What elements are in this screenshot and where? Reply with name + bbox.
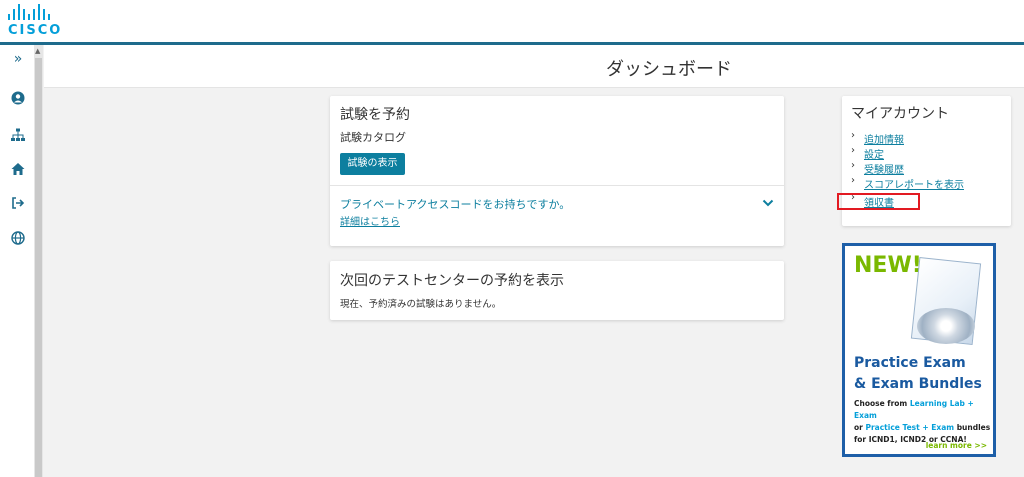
ad-body-text: or bbox=[854, 423, 866, 432]
chevron-right-icon: › bbox=[851, 160, 855, 171]
account-link-additional-info[interactable]: 追加情報 bbox=[864, 131, 904, 146]
view-exams-button[interactable]: 試験の表示 bbox=[340, 153, 405, 175]
globe-icon[interactable] bbox=[10, 231, 26, 247]
sidebar: » bbox=[0, 45, 34, 477]
account-link-settings[interactable]: 設定 bbox=[864, 146, 884, 161]
no-appointments-message: 現在、予約済みの試験はありません。 bbox=[340, 299, 502, 310]
upcoming-appointments-title: 次回のテストセンターの予約を表示 bbox=[340, 273, 564, 289]
private-access-code-toggle[interactable]: プライベートアクセスコードをお持ちですか。 bbox=[340, 196, 570, 212]
top-bar: CISCO bbox=[0, 0, 1024, 45]
my-account-title: マイアカウント bbox=[851, 106, 949, 122]
exam-catalog-label: 試験カタログ bbox=[340, 131, 406, 144]
cisco-logo[interactable]: CISCO bbox=[8, 4, 80, 40]
ad-body-highlight: Practice Test + Exam bbox=[865, 423, 955, 432]
scroll-up-arrow-icon[interactable]: ▲ bbox=[35, 47, 40, 55]
schedule-exam-title: 試験を予約 bbox=[340, 107, 410, 123]
logo-text: CISCO bbox=[8, 23, 63, 38]
ad-headline-line-2: & Exam Bundles bbox=[854, 376, 982, 392]
chevron-right-icon: › bbox=[851, 145, 855, 156]
account-link-exam-history[interactable]: 受験履歴 bbox=[864, 161, 904, 176]
highlight-box bbox=[837, 193, 920, 210]
account-link-score-reports[interactable]: スコアレポートを表示 bbox=[864, 176, 964, 191]
logo-bars-icon bbox=[8, 4, 80, 20]
logout-icon[interactable] bbox=[10, 196, 26, 212]
details-link[interactable]: 詳細はこちら bbox=[340, 213, 400, 228]
page-header bbox=[44, 45, 1024, 88]
sitemap-icon[interactable] bbox=[10, 128, 26, 144]
ad-headline-line-1: Practice Exam bbox=[854, 355, 966, 371]
ad-body-text: bundles bbox=[954, 423, 991, 432]
double-chevron-right-icon[interactable]: » bbox=[10, 51, 26, 67]
ad-learn-more-link[interactable]: learn more >> bbox=[926, 441, 987, 450]
ad-headline: Practice Exam & Exam Bundles bbox=[854, 353, 982, 395]
ad-body: Choose from Learning Lab + Exam or Pract… bbox=[854, 398, 993, 446]
ad-body-text: Choose from bbox=[854, 399, 910, 408]
home-icon[interactable] bbox=[10, 162, 26, 178]
sidebar-scrollbar-thumb[interactable] bbox=[35, 58, 42, 477]
disc-image bbox=[917, 308, 975, 344]
ad-new-badge: NEW! bbox=[854, 253, 922, 278]
practice-exam-ad[interactable]: NEW! Practice Exam & Exam Bundles Choose… bbox=[842, 243, 996, 457]
user-circle-icon[interactable] bbox=[10, 91, 26, 107]
chevron-right-icon: › bbox=[851, 130, 855, 141]
page-title: ダッシュボード bbox=[606, 59, 732, 80]
chevron-down-icon[interactable] bbox=[762, 193, 776, 207]
chevron-right-icon: › bbox=[851, 175, 855, 186]
card-divider bbox=[330, 185, 784, 186]
